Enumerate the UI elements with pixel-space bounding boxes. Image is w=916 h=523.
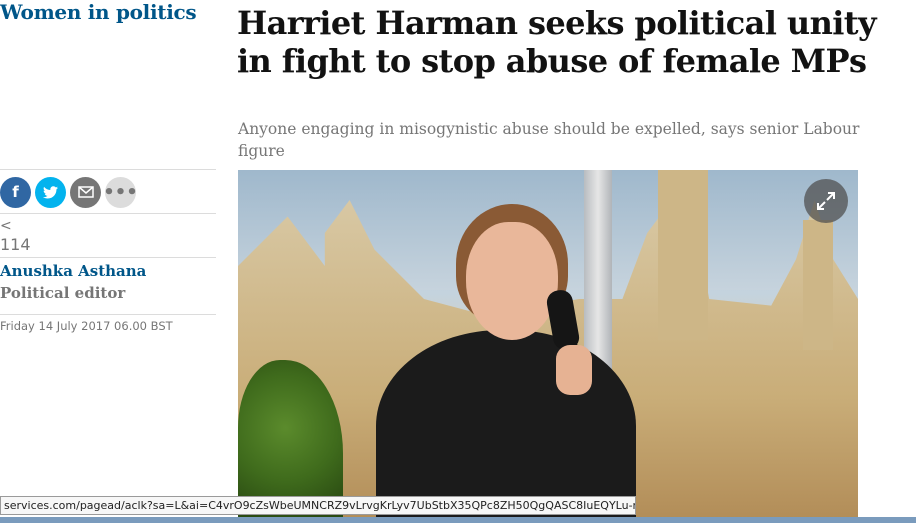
divider	[0, 257, 216, 258]
facebook-glyph: f	[12, 183, 19, 201]
article-photo[interactable]	[238, 170, 858, 523]
photo-person-face	[466, 222, 558, 340]
more-glyph: •••	[103, 181, 138, 203]
divider	[0, 169, 216, 170]
article-standfirst: Anyone engaging in misogynistic abuse sh…	[238, 120, 860, 160]
section-label[interactable]: Women in politics	[0, 0, 197, 24]
author-link[interactable]: Anushka Asthana	[0, 262, 146, 280]
facebook-icon[interactable]: f	[0, 176, 31, 208]
twitter-bird-icon	[43, 185, 58, 198]
article-headline: Harriet Harman seeks political unity in …	[237, 4, 877, 80]
photo-spire	[803, 220, 833, 350]
divider	[0, 213, 216, 214]
divider	[0, 314, 216, 315]
photo-hand	[556, 345, 592, 395]
photo-person-body	[376, 330, 636, 523]
envelope-icon	[77, 186, 94, 198]
more-icon[interactable]: •••	[103, 176, 138, 208]
author-role: Political editor	[0, 284, 126, 302]
photo-tower	[658, 170, 708, 340]
share-icon: <	[0, 218, 12, 234]
share-count: 114	[0, 235, 31, 254]
share-buttons: f •••	[0, 174, 216, 210]
email-icon[interactable]	[70, 176, 101, 208]
status-bar-url: services.com/pagead/aclk?sa=L&ai=C4vrO9c…	[0, 496, 636, 515]
window-bottom-border	[0, 517, 916, 523]
expand-arrows-icon	[817, 192, 835, 210]
byline: Anushka Asthana Political editor	[0, 260, 210, 304]
publish-date: Friday 14 July 2017 06.00 BST	[0, 319, 173, 333]
expand-icon[interactable]	[804, 179, 848, 223]
twitter-icon[interactable]	[35, 176, 66, 208]
